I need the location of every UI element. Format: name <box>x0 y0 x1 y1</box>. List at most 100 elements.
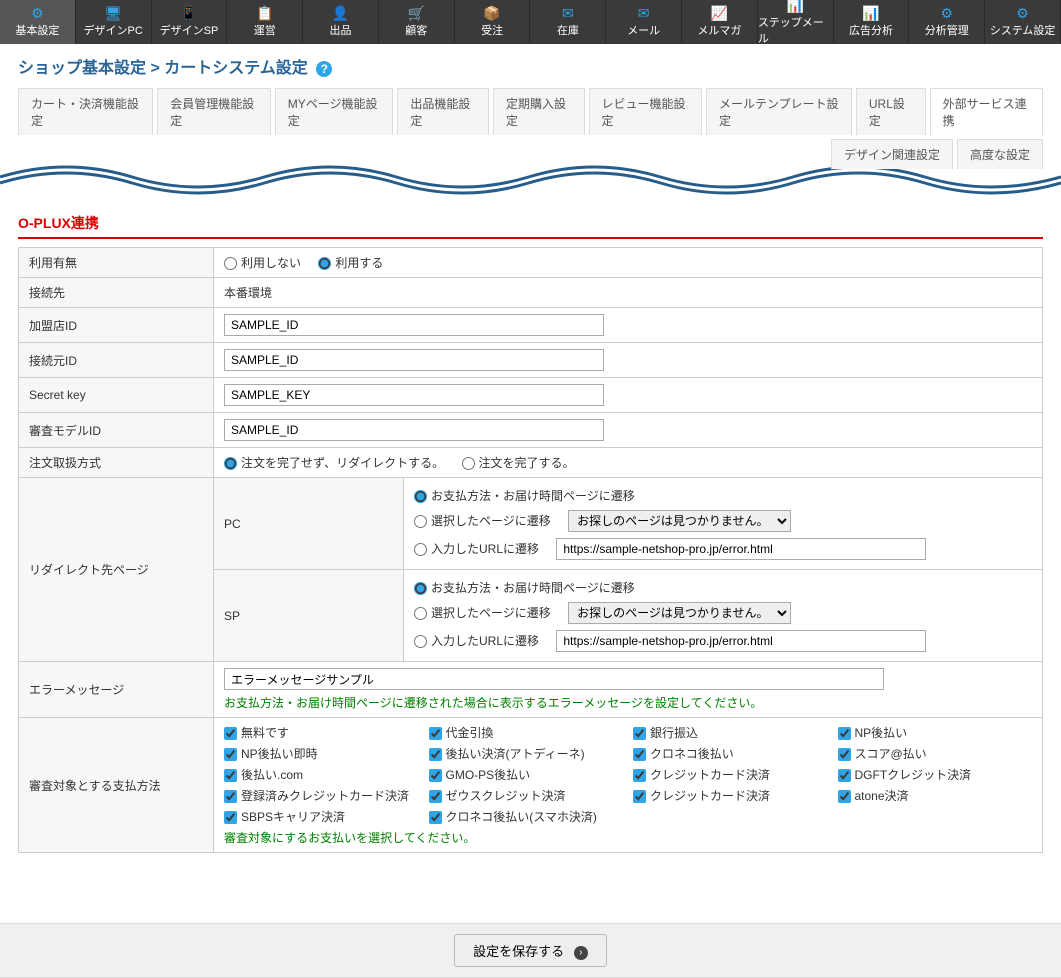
payments-grid: 無料です代金引換銀行振込 NP後払い NP後払い即時後払い決済(アトディーネ) クロネ… <box>224 724 1032 825</box>
topnav-item[interactable]: 👤出品 <box>303 0 379 44</box>
save-bar: 設定を保存する › <box>0 923 1061 978</box>
topnav-item[interactable]: ⚙基本設定 <box>0 0 76 44</box>
row-label-order: 注文取扱方式 <box>19 448 214 478</box>
nav-label: 分析管理 <box>925 22 969 38</box>
payment-checkbox[interactable]: NP後払い <box>838 724 1033 741</box>
radio-order-redirect[interactable]: 注文を完了せず、リダイレクトする。 <box>224 456 444 470</box>
topnav-item[interactable]: 📊ステップメール <box>758 0 834 44</box>
payment-checkbox[interactable]: クレジットカード決済 <box>633 787 828 804</box>
row-label-conn: 接続先 <box>19 278 214 308</box>
nav-icon: 📊 <box>862 6 879 20</box>
redirect-sub-pc: PC <box>214 478 404 570</box>
model-input[interactable] <box>224 419 604 441</box>
topnav-item[interactable]: 📦 受注 <box>455 0 531 44</box>
payment-checkbox[interactable]: 代金引換 <box>429 724 624 741</box>
nav-icon: 📊 <box>786 0 803 12</box>
nav-label: 在庫 <box>557 22 579 38</box>
topnav-item[interactable]: ⚙システム設定 <box>985 0 1061 44</box>
radio-sp-payment[interactable]: お支払方法・お届け時間ページに遷移 <box>414 581 635 595</box>
topnav-item[interactable]: 🖥デザインPC <box>76 0 152 44</box>
radio-sp-select[interactable]: 選択したページに遷移 <box>414 606 551 620</box>
errmsg-input[interactable] <box>224 668 884 690</box>
secret-input[interactable] <box>224 384 604 406</box>
topnav-item[interactable]: ⚙ 分析管理 <box>909 0 985 44</box>
radio-usage-no[interactable]: 利用しない <box>224 256 301 270</box>
row-label-merchant: 加盟店ID <box>19 308 214 343</box>
nav-icon: 📦 <box>483 6 500 20</box>
row-label-source: 接続元ID <box>19 343 214 378</box>
topnav-item[interactable]: ✉ 在庫 <box>530 0 606 44</box>
topnav-item[interactable]: 📱デザインSP <box>152 0 228 44</box>
tab-secondary[interactable]: デザイン関連設定 <box>831 139 953 169</box>
select-pc-page[interactable]: お探しのページは見つかりません。 <box>568 510 791 532</box>
payment-checkbox[interactable]: 後払い.com <box>224 766 419 783</box>
breadcrumb-a: ショップ基本設定 <box>18 60 146 77</box>
payment-checkbox[interactable]: DGFTクレジット決済 <box>838 766 1033 783</box>
nav-icon: 🛒 <box>408 6 425 20</box>
nav-label: 広告分析 <box>849 22 893 38</box>
radio-pc-url[interactable]: 入力したURLに遷移 <box>414 542 539 556</box>
tab-primary[interactable]: 会員管理機能設定 <box>157 88 270 135</box>
tab-primary[interactable]: MYページ機能設定 <box>275 88 394 135</box>
payment-checkbox[interactable]: 登録済みクレジットカード決済 <box>224 787 419 804</box>
payment-checkbox[interactable]: スコア@払い <box>838 745 1033 762</box>
tab-primary[interactable]: 外部サービス連携 <box>930 88 1043 135</box>
radio-pc-select[interactable]: 選択したページに遷移 <box>414 514 551 528</box>
topnav-item[interactable]: 📈 メルマガ <box>682 0 758 44</box>
tab-primary[interactable]: URL設定 <box>856 88 926 135</box>
input-pc-url[interactable] <box>556 538 926 560</box>
payment-checkbox[interactable]: 銀行振込 <box>633 724 828 741</box>
payment-checkbox[interactable]: クロネコ後払い(スマホ決済) <box>429 808 624 825</box>
payment-checkbox[interactable]: NP後払い即時 <box>224 745 419 762</box>
redirect-sub-sp: SP <box>214 570 404 662</box>
row-label-redirect: リダイレクト先ページ <box>19 478 214 662</box>
tabs-primary: カート・決済機能設定会員管理機能設定MYページ機能設定出品機能設定定期購入設定レ… <box>18 88 1043 135</box>
payments-help: 審査対象にするお支払いを選択してください。 <box>224 829 1032 846</box>
payment-checkbox[interactable]: 後払い決済(アトディーネ) <box>429 745 624 762</box>
tab-primary[interactable]: カート・決済機能設定 <box>18 88 153 135</box>
save-button[interactable]: 設定を保存する › <box>454 934 607 967</box>
nav-icon: ⚙ <box>940 6 953 20</box>
select-sp-page[interactable]: お探しのページは見つかりません。 <box>568 602 791 624</box>
payment-checkbox[interactable]: クロネコ後払い <box>633 745 828 762</box>
row-label-usage: 利用有無 <box>19 248 214 278</box>
nav-label: 顧客 <box>405 22 427 38</box>
payment-checkbox[interactable]: atone決済 <box>838 787 1033 804</box>
payment-checkbox[interactable]: SBPSキャリア決済 <box>224 808 419 825</box>
payment-checkbox[interactable]: ゼウスクレジット決済 <box>429 787 624 804</box>
nav-label: 受注 <box>481 22 503 38</box>
help-icon[interactable]: ? <box>316 61 332 77</box>
source-input[interactable] <box>224 349 604 371</box>
radio-pc-payment[interactable]: お支払方法・お届け時間ページに遷移 <box>414 489 635 503</box>
top-nav: ⚙基本設定🖥デザインPC📱デザインSP📋運営👤出品 🛒 顧客 📦 受注 ✉ 在庫 ✉メール 📈 メ… <box>0 0 1061 44</box>
radio-usage-yes[interactable]: 利用する <box>318 256 383 270</box>
topnav-item[interactable]: 📊 広告分析 <box>834 0 910 44</box>
radio-order-complete[interactable]: 注文を完了する。 <box>462 456 575 470</box>
nav-icon: 👤 <box>332 6 349 20</box>
nav-icon: 📈 <box>711 6 728 20</box>
nav-label: 運営 <box>254 22 276 38</box>
nav-label: メルマガ <box>697 22 741 38</box>
tab-primary[interactable]: メールテンプレート設定 <box>706 88 852 135</box>
tab-primary[interactable]: レビュー機能設定 <box>589 88 702 135</box>
breadcrumb: ショップ基本設定 > カートシステム設定 ? <box>0 44 1061 88</box>
topnav-item[interactable]: ✉メール <box>606 0 682 44</box>
tab-primary[interactable]: 出品機能設定 <box>397 88 489 135</box>
payment-checkbox[interactable]: GMO-PS後払い <box>429 766 624 783</box>
nav-label: メール <box>627 22 660 38</box>
topnav-item[interactable]: 📋運営 <box>227 0 303 44</box>
tab-secondary[interactable]: 高度な設定 <box>957 139 1043 169</box>
payment-checkbox[interactable]: クレジットカード決済 <box>633 766 828 783</box>
radio-sp-url[interactable]: 入力したURLに遷移 <box>414 634 539 648</box>
row-label-model: 審査モデルID <box>19 413 214 448</box>
topnav-item[interactable]: 🛒 顧客 <box>379 0 455 44</box>
input-sp-url[interactable] <box>556 630 926 652</box>
conn-value: 本番環境 <box>214 278 1043 308</box>
nav-icon: ✉ <box>562 6 574 20</box>
payment-checkbox[interactable]: 無料です <box>224 724 419 741</box>
row-label-errmsg: エラーメッセージ <box>19 662 214 718</box>
nav-icon: 🖥 <box>104 6 122 20</box>
tab-primary[interactable]: 定期購入設定 <box>493 88 585 135</box>
merchant-input[interactable] <box>224 314 604 336</box>
form-table: 利用有無 利用しない 利用する 接続先 本番環境 加盟店ID 接続元ID Sec… <box>18 247 1043 853</box>
